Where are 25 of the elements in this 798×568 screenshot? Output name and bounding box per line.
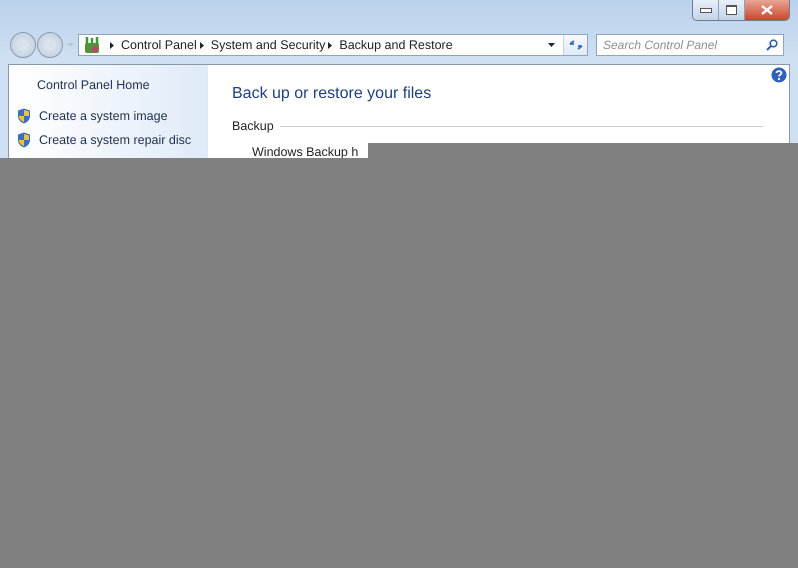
sidebar-link[interactable]: Create a system image bbox=[39, 109, 168, 123]
refresh-icon bbox=[568, 39, 582, 51]
minimize-button[interactable] bbox=[693, 0, 719, 20]
page-title: Back up or restore your files bbox=[232, 85, 432, 103]
chevron-icon bbox=[200, 42, 204, 48]
breadcrumb-item[interactable]: Backup and Restore bbox=[339, 38, 453, 52]
maximize-button[interactable] bbox=[719, 0, 745, 20]
help-icon[interactable] bbox=[771, 67, 787, 83]
shield-icon bbox=[17, 108, 31, 124]
breadcrumb-item[interactable]: Control Panel bbox=[121, 38, 197, 52]
shield-icon bbox=[17, 132, 31, 148]
search-field[interactable]: Search Control Panel bbox=[596, 34, 784, 56]
close-button[interactable] bbox=[745, 0, 789, 20]
section-heading: Backup bbox=[232, 119, 274, 133]
search-icon[interactable] bbox=[766, 39, 778, 51]
address-bar[interactable]: Control Panel System and Security Backup and Restore bbox=[78, 34, 588, 56]
sidebar-link[interactable]: Create a system repair disc bbox=[39, 133, 192, 147]
breadcrumb-item[interactable]: System and Security bbox=[210, 38, 326, 52]
dropdown-arrow-icon[interactable] bbox=[548, 43, 555, 47]
close-icon bbox=[761, 5, 773, 15]
status-text: Windows Backup h bbox=[252, 145, 358, 159]
chevron-icon bbox=[328, 42, 332, 48]
sidebar-link[interactable]: Control Panel Home bbox=[37, 78, 208, 92]
refresh-button[interactable] bbox=[563, 35, 587, 55]
chevron-icon bbox=[110, 42, 114, 48]
